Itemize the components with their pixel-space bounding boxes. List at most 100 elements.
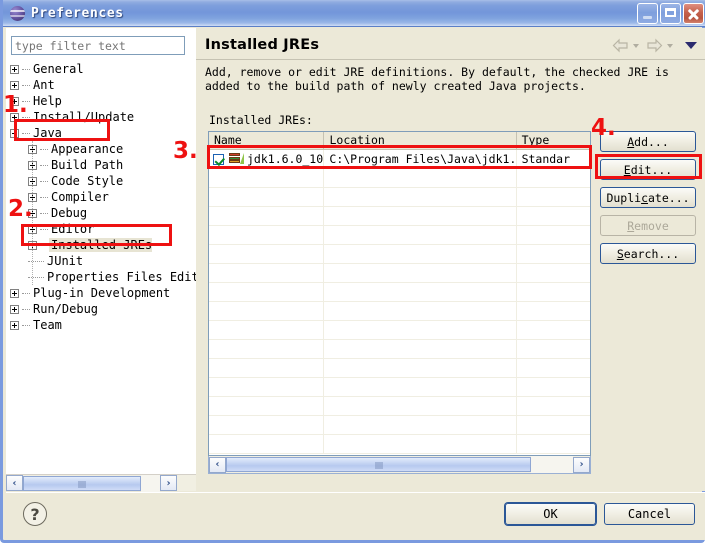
back-arrow-icon[interactable] bbox=[612, 38, 629, 53]
table-empty-cell bbox=[517, 226, 590, 244]
table-empty-cell bbox=[324, 321, 517, 339]
scroll-left-arrow[interactable]: ‹ bbox=[6, 475, 23, 491]
view-menu-caret-icon[interactable] bbox=[685, 42, 697, 49]
expand-icon[interactable] bbox=[10, 113, 19, 122]
help-icon[interactable]: ? bbox=[23, 502, 47, 526]
table-body[interactable]: jdk1.6.0_10C:\Program Files\Java\jdk1.6.… bbox=[209, 150, 590, 454]
page-content: Installed JREs Add, remove or edit JRE d… bbox=[196, 28, 705, 491]
tree-item-editor[interactable]: Editor bbox=[6, 221, 196, 237]
expand-icon[interactable] bbox=[10, 289, 19, 298]
tree-item-general[interactable]: General bbox=[6, 61, 196, 77]
tree-connector-icon bbox=[22, 325, 30, 326]
tree-connector-icon bbox=[22, 69, 30, 70]
expand-icon[interactable] bbox=[10, 81, 19, 90]
window-controls bbox=[637, 3, 704, 24]
edit-button[interactable]: Edit... bbox=[600, 159, 696, 180]
jre-table[interactable]: Name Location Type jdk1.6.0_10 C:\Program F… bbox=[208, 131, 591, 456]
tree-item-run-debug[interactable]: Run/Debug bbox=[6, 301, 196, 317]
table-column-header-type[interactable]: Type bbox=[517, 132, 590, 149]
scroll-right-arrow[interactable]: › bbox=[160, 475, 177, 491]
search-input[interactable] bbox=[11, 36, 185, 55]
back-history-caret-icon[interactable] bbox=[633, 43, 639, 48]
tree-horizontal-scrollbar[interactable]: ‹ › bbox=[6, 474, 196, 492]
ok-button[interactable]: OK bbox=[505, 503, 596, 525]
tree-item-label: Team bbox=[33, 318, 62, 332]
page-nav-tools bbox=[612, 38, 697, 53]
tree-item-help[interactable]: Help bbox=[6, 93, 196, 109]
table-horizontal-scrollbar[interactable]: ‹ › bbox=[208, 456, 591, 474]
tree-item-code-style[interactable]: Code Style bbox=[6, 173, 196, 189]
duplicate-label-a: Dupli bbox=[606, 190, 642, 205]
preferences-dialog: Preferences General Ant Help Install/Update… bbox=[0, 0, 705, 543]
table-column-header-location[interactable]: Location bbox=[324, 132, 517, 149]
table-cell-type: Standar bbox=[521, 152, 571, 166]
forward-history-caret-icon[interactable] bbox=[667, 43, 673, 48]
tree-item-installed-jres[interactable]: Installed JREs bbox=[6, 237, 196, 253]
expand-icon[interactable] bbox=[10, 305, 19, 314]
cancel-button[interactable]: Cancel bbox=[604, 503, 695, 525]
forward-arrow-icon[interactable] bbox=[646, 38, 663, 53]
duplicate-button[interactable]: Duplicate... bbox=[600, 187, 696, 208]
table-empty-row bbox=[209, 340, 590, 359]
add-button[interactable]: Add... bbox=[600, 131, 696, 152]
expand-icon[interactable] bbox=[10, 321, 19, 330]
minimize-button[interactable] bbox=[637, 3, 658, 24]
table-column-header-name[interactable]: Name bbox=[209, 132, 325, 149]
search-button[interactable]: Search... bbox=[600, 243, 696, 264]
expand-icon[interactable] bbox=[10, 97, 19, 106]
table-empty-row bbox=[209, 264, 590, 283]
table-empty-row bbox=[209, 321, 590, 340]
tree-item-ant[interactable]: Ant bbox=[6, 77, 196, 93]
tree-item-label: Compiler bbox=[51, 190, 109, 204]
table-empty-cell bbox=[517, 416, 590, 434]
table-empty-cell bbox=[517, 321, 590, 339]
tree-item-label: Build Path bbox=[51, 158, 124, 172]
tree-guide-line bbox=[32, 141, 33, 285]
collapse-icon[interactable] bbox=[10, 129, 19, 138]
table-empty-cell bbox=[517, 169, 590, 187]
table-empty-cell bbox=[209, 416, 325, 434]
tree-item-appearance[interactable]: Appearance bbox=[6, 141, 196, 157]
table-row[interactable]: jdk1.6.0_10C:\Program Files\Java\jdk1.6.… bbox=[209, 150, 590, 169]
table-scroll-left-arrow[interactable]: ‹ bbox=[209, 456, 226, 473]
table-empty-cell bbox=[324, 188, 517, 206]
scroll-track[interactable] bbox=[141, 474, 160, 492]
close-button[interactable] bbox=[683, 3, 704, 24]
tree-item-install-update[interactable]: Install/Update bbox=[6, 109, 196, 125]
tree-item-team[interactable]: Team bbox=[6, 317, 196, 333]
table-scroll-thumb[interactable] bbox=[226, 457, 531, 472]
tree-item-debug[interactable]: Debug bbox=[6, 205, 196, 221]
tree-item-label: Editor bbox=[51, 222, 95, 236]
preferences-tree[interactable]: General Ant Help Install/Update Java Appearan… bbox=[6, 61, 196, 466]
scroll-thumb[interactable] bbox=[23, 475, 141, 491]
expand-icon[interactable] bbox=[10, 65, 19, 74]
tree-item-junit[interactable]: JUnit bbox=[6, 253, 196, 269]
tree-connector-icon bbox=[40, 229, 48, 230]
tree-item-properties-files-edit[interactable]: Properties Files Edit bbox=[6, 269, 196, 285]
tree-item-label: Ant bbox=[33, 78, 55, 92]
table-empty-row bbox=[209, 245, 590, 264]
edit-mnemonic: E bbox=[623, 162, 631, 177]
maximize-button[interactable] bbox=[660, 3, 681, 24]
table-empty-row bbox=[209, 435, 590, 454]
table-empty-cell bbox=[517, 283, 590, 301]
jre-checkbox[interactable] bbox=[213, 153, 224, 165]
table-empty-cell bbox=[517, 302, 590, 320]
table-scroll-track[interactable] bbox=[531, 456, 573, 473]
tree-item-java[interactable]: Java bbox=[6, 125, 196, 141]
table-scroll-right-arrow[interactable]: › bbox=[573, 456, 590, 473]
table-empty-row bbox=[209, 416, 590, 435]
tree-item-compiler[interactable]: Compiler bbox=[6, 189, 196, 205]
table-empty-cell bbox=[324, 245, 517, 263]
tree-item-plug-in-development[interactable]: Plug-in Development bbox=[6, 285, 196, 301]
table-empty-cell bbox=[209, 207, 325, 225]
tree-connector-icon bbox=[40, 197, 48, 198]
title-bar-left: Preferences bbox=[10, 3, 124, 24]
tree-item-label: Installed JREs bbox=[49, 238, 153, 252]
table-empty-row bbox=[209, 397, 590, 416]
table-empty-cell bbox=[209, 435, 325, 453]
tree-connector-icon bbox=[40, 165, 48, 166]
table-empty-row bbox=[209, 283, 590, 302]
tree-item-build-path[interactable]: Build Path bbox=[6, 157, 196, 173]
table-empty-row bbox=[209, 359, 590, 378]
